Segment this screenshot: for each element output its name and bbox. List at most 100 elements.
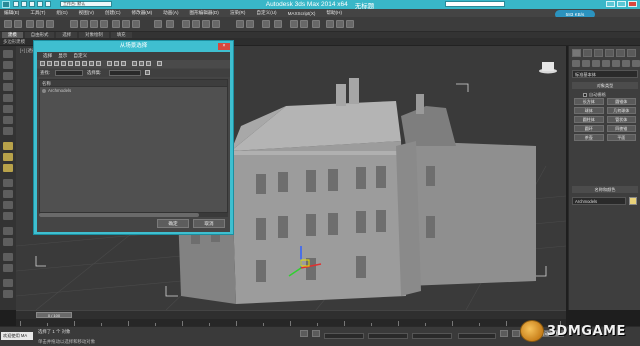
name-column-header[interactable]: 名称 bbox=[40, 80, 227, 87]
scale-icon[interactable] bbox=[132, 20, 140, 28]
spinner-snap-icon[interactable] bbox=[212, 20, 220, 28]
geosphere-button[interactable]: 几何球体 bbox=[606, 107, 636, 114]
minimize-button[interactable] bbox=[606, 1, 615, 7]
select-by-name-icon[interactable] bbox=[80, 20, 88, 28]
x-coord-field[interactable] bbox=[324, 333, 364, 339]
create-tab-icon[interactable] bbox=[572, 49, 581, 57]
polygon-modeling-label[interactable]: 多边形建模 bbox=[3, 39, 25, 45]
selection-region-icon[interactable] bbox=[90, 20, 98, 28]
unlink-icon[interactable] bbox=[36, 20, 44, 28]
filter-shapes-icon[interactable] bbox=[47, 61, 52, 66]
help-search-input[interactable] bbox=[445, 1, 505, 7]
mirror-icon[interactable] bbox=[236, 20, 244, 28]
selection-set-dropdown[interactable] bbox=[109, 70, 141, 76]
light-bulb-icon[interactable] bbox=[3, 153, 13, 161]
angle-snap-icon[interactable] bbox=[192, 20, 200, 28]
motion-tab-icon[interactable] bbox=[605, 49, 614, 57]
menu-create[interactable]: 创建(C) bbox=[105, 10, 121, 16]
grid-size-field[interactable] bbox=[458, 333, 496, 339]
left-tool-icon[interactable] bbox=[3, 253, 13, 261]
display-tab-icon[interactable] bbox=[616, 49, 625, 57]
filter-hidden-icon[interactable] bbox=[121, 61, 126, 66]
maxscript-listener[interactable]: 欢迎使用 MA bbox=[1, 332, 33, 340]
light-bulb-icon[interactable] bbox=[3, 164, 13, 172]
object-color-swatch[interactable] bbox=[629, 197, 637, 205]
pivot-center-icon[interactable] bbox=[154, 20, 162, 28]
shapes-icon[interactable] bbox=[582, 60, 590, 67]
maximize-button[interactable] bbox=[617, 1, 626, 7]
menu-customize[interactable]: 自定义(U) bbox=[256, 10, 276, 16]
close-window-button[interactable] bbox=[628, 1, 637, 7]
teapot-button[interactable]: 茶壶 bbox=[574, 134, 604, 141]
left-tool-icon[interactable] bbox=[3, 127, 13, 135]
tube-button[interactable]: 管状体 bbox=[606, 116, 636, 123]
left-tool-icon[interactable] bbox=[3, 61, 13, 69]
list-horizontal-scrollbar[interactable] bbox=[39, 213, 228, 217]
top-hat-object[interactable] bbox=[539, 62, 557, 74]
material-editor-icon[interactable] bbox=[312, 20, 320, 28]
object-name-field[interactable]: Archmodels bbox=[572, 197, 626, 205]
open-file-icon[interactable] bbox=[21, 1, 27, 7]
dialog-menu-select[interactable]: 选择 bbox=[43, 52, 52, 60]
undo-tool-icon[interactable] bbox=[4, 20, 12, 28]
dialog-menu-display[interactable]: 显示 bbox=[58, 52, 67, 60]
sort-icon[interactable] bbox=[157, 61, 162, 66]
render-setup-icon[interactable] bbox=[326, 20, 334, 28]
filter-cameras-icon[interactable] bbox=[61, 61, 66, 66]
menu-modifiers[interactable]: 修改器(M) bbox=[132, 10, 153, 16]
left-tool-icon[interactable] bbox=[3, 105, 13, 113]
left-tool-icon[interactable] bbox=[3, 238, 13, 246]
curve-editor-icon[interactable] bbox=[290, 20, 298, 28]
schematic-view-icon[interactable] bbox=[300, 20, 308, 28]
plane-button[interactable]: 平面 bbox=[606, 134, 636, 141]
cylinder-button[interactable]: 圆柱体 bbox=[574, 116, 604, 123]
workspace-dropdown[interactable]: 工作台: 默认 bbox=[60, 1, 112, 7]
menu-views[interactable]: 视图(V) bbox=[79, 10, 94, 16]
dialog-close-button[interactable]: × bbox=[218, 43, 230, 50]
filter-groups-icon[interactable] bbox=[82, 61, 87, 66]
rotate-icon[interactable] bbox=[122, 20, 130, 28]
cancel-button[interactable]: 取消 bbox=[193, 219, 225, 228]
menu-animation[interactable]: 动画(A) bbox=[163, 10, 178, 16]
select-object-icon[interactable] bbox=[70, 20, 78, 28]
light-bulb-icon[interactable] bbox=[3, 142, 13, 150]
utilities-tab-icon[interactable] bbox=[627, 49, 636, 57]
lock-selection-icon[interactable] bbox=[300, 330, 308, 337]
helpers-icon[interactable] bbox=[612, 60, 620, 67]
filter-geometry-icon[interactable] bbox=[40, 61, 45, 66]
filter-containers-icon[interactable] bbox=[107, 61, 112, 66]
left-tool-icon[interactable] bbox=[3, 227, 13, 235]
scrollbar-thumb[interactable] bbox=[39, 213, 199, 217]
manipulate-icon[interactable] bbox=[166, 20, 174, 28]
object-category-dropdown[interactable]: 标准基本体 bbox=[572, 70, 638, 78]
box-button[interactable]: 长方体 bbox=[574, 98, 604, 105]
align-icon[interactable] bbox=[246, 20, 254, 28]
dialog-menu-customize[interactable]: 自定义 bbox=[73, 52, 87, 60]
snaps-toggle-icon[interactable] bbox=[182, 20, 190, 28]
left-tool-icon[interactable] bbox=[3, 264, 13, 272]
rendered-frame-window-icon[interactable] bbox=[336, 20, 344, 28]
filter-space-warps-icon[interactable] bbox=[75, 61, 80, 66]
link-icon[interactable] bbox=[26, 20, 34, 28]
new-file-icon[interactable] bbox=[13, 1, 19, 7]
torus-button[interactable]: 圆环 bbox=[574, 125, 604, 132]
menu-graph-editors[interactable]: 图形编辑器(D) bbox=[189, 10, 218, 16]
menu-help[interactable]: 帮助(H) bbox=[326, 10, 342, 16]
filter-xrefs-icon[interactable] bbox=[89, 61, 94, 66]
left-tool-icon[interactable] bbox=[3, 72, 13, 80]
track-bar[interactable] bbox=[16, 319, 566, 326]
menu-tools[interactable]: 工具(T) bbox=[30, 10, 45, 16]
left-tool-icon[interactable] bbox=[3, 212, 13, 220]
add-time-tag-icon[interactable] bbox=[500, 330, 508, 337]
name-color-rollout-header[interactable]: 名称和颜色 bbox=[572, 186, 638, 193]
geometry-icon[interactable] bbox=[572, 60, 580, 67]
y-coord-field[interactable] bbox=[368, 333, 408, 339]
left-tool-icon[interactable] bbox=[3, 279, 13, 287]
percent-snap-icon[interactable] bbox=[202, 20, 210, 28]
space-warps-icon[interactable] bbox=[622, 60, 630, 67]
display-invert-icon[interactable] bbox=[146, 61, 151, 66]
cameras-icon[interactable] bbox=[602, 60, 610, 67]
sphere-button[interactable]: 球体 bbox=[574, 107, 604, 114]
pyramid-button[interactable]: 四棱锥 bbox=[606, 125, 636, 132]
window-crossing-icon[interactable] bbox=[100, 20, 108, 28]
